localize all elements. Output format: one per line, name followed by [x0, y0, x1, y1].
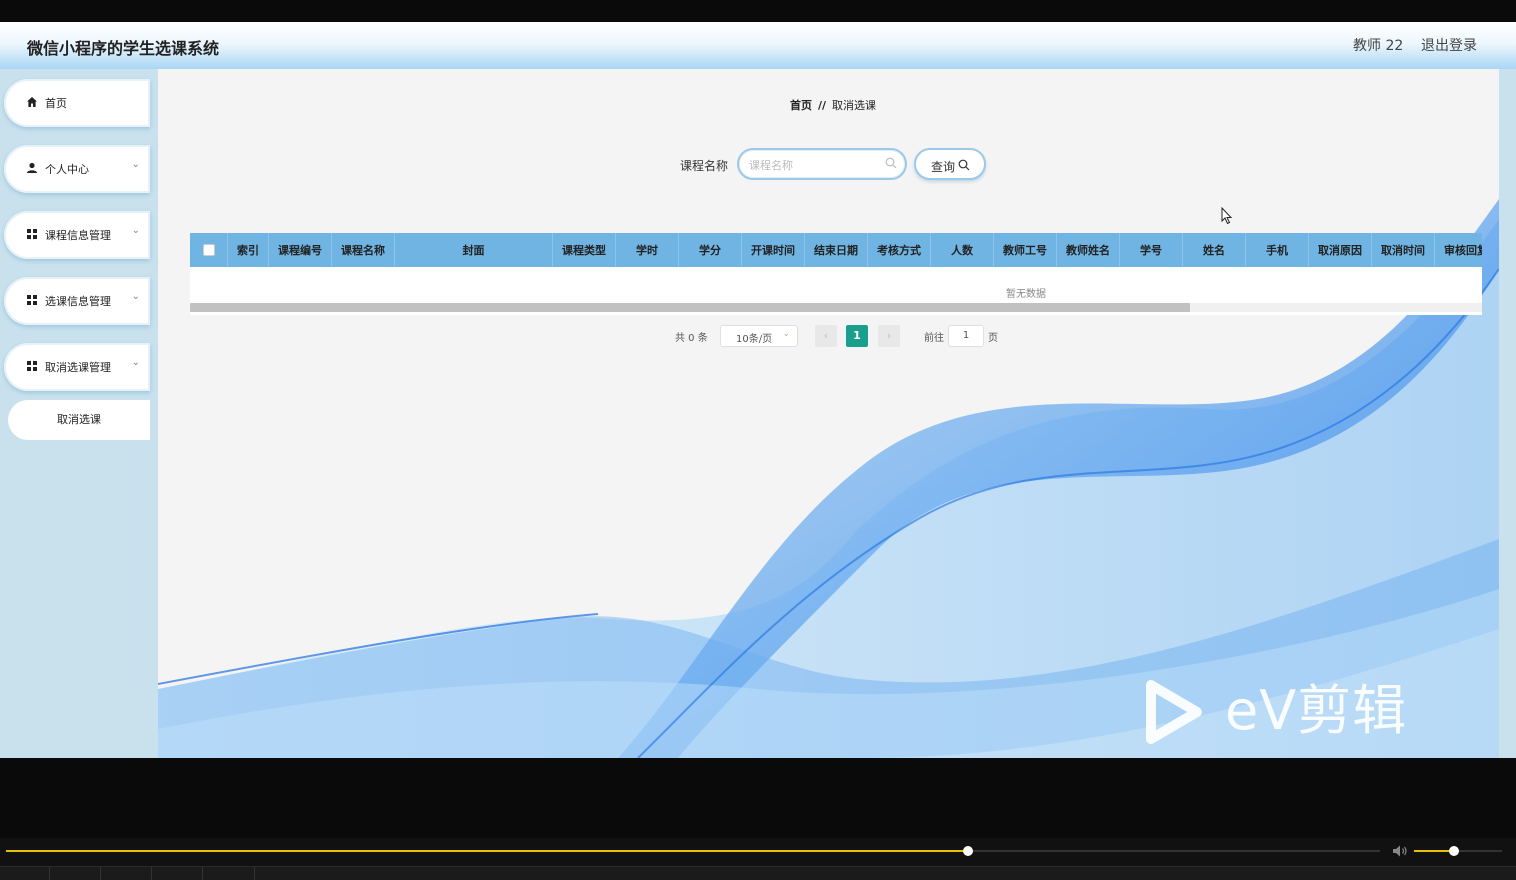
- volume-fill: [1414, 850, 1454, 852]
- logout-link[interactable]: 退出登录: [1421, 35, 1477, 55]
- grid-icon: [27, 229, 37, 239]
- page-suffix: 页: [988, 333, 998, 344]
- goto-page-input[interactable]: 1: [948, 325, 984, 347]
- search-icon: [958, 159, 970, 171]
- next-page-button[interactable]: ›: [878, 325, 900, 347]
- empty-table-text: 暂无数据: [1006, 289, 1046, 300]
- page-size-select[interactable]: 10条/页 ⌄: [720, 325, 798, 347]
- current-user: 教师 22: [1353, 38, 1404, 54]
- column-header[interactable]: 取消时间: [1372, 233, 1435, 267]
- page-size-value: 10条/页: [736, 334, 773, 345]
- goto-label: 前往: [924, 333, 944, 344]
- breadcrumb-home[interactable]: 首页: [790, 99, 812, 112]
- column-header[interactable]: 手机: [1246, 233, 1309, 267]
- column-header[interactable]: 学时: [616, 233, 679, 267]
- strip-segment: [101, 867, 152, 880]
- sidebar-item-label: 首页: [45, 97, 67, 110]
- watermark-text: eV剪辑: [1225, 679, 1408, 742]
- sidebar-item-profile[interactable]: 个人中心 ⌄: [4, 145, 150, 193]
- grid-icon: [27, 295, 37, 305]
- sidebar-subitem-cancel-selection[interactable]: 取消选课: [8, 400, 150, 440]
- volume-icon[interactable]: [1392, 844, 1408, 858]
- progress-knob[interactable]: [962, 846, 973, 856]
- horizontal-scrollbar[interactable]: [190, 303, 1482, 312]
- breadcrumb-current: 取消选课: [832, 99, 877, 112]
- chevron-down-icon: ⌄: [782, 329, 790, 339]
- chevron-down-icon: ⌄: [131, 357, 140, 368]
- right-edge: [1499, 69, 1516, 758]
- sidebar-item-home[interactable]: 首页: [4, 79, 150, 127]
- sidebar: 首页 个人中心 ⌄ 课程信息管理 ⌄ 选课信息管理 ⌄ 取消选课管理 ⌄ 取消选…: [0, 69, 158, 758]
- search-label: 课程名称: [680, 159, 729, 173]
- sidebar-item-label: 个人中心: [45, 163, 89, 176]
- search-icon: [885, 157, 897, 169]
- strip-segment: [152, 867, 203, 880]
- column-header[interactable]: 学号: [1120, 233, 1183, 267]
- sidebar-item-cancel-management[interactable]: 取消选课管理 ⌄: [4, 343, 150, 391]
- progress-slider[interactable]: [6, 846, 1380, 856]
- top-header: 微信小程序的学生选课系统 教师 22 退出登录: [0, 22, 1516, 69]
- home-icon: [27, 97, 37, 107]
- query-button-label: 查询: [931, 160, 956, 174]
- column-header[interactable]: 课程类型: [553, 233, 616, 267]
- column-header[interactable]: 开课时间: [742, 233, 805, 267]
- volume-slider[interactable]: [1414, 846, 1502, 856]
- sidebar-item-label: 选课信息管理: [45, 295, 111, 308]
- query-button[interactable]: 查询: [914, 148, 986, 180]
- column-header[interactable]: 索引: [228, 233, 269, 267]
- chevron-down-icon: ⌄: [131, 291, 140, 302]
- chevron-down-icon: ⌄: [131, 225, 140, 236]
- column-header[interactable]: 学分: [679, 233, 742, 267]
- strip-segment: [0, 867, 50, 880]
- table-header: 索引 课程编号 课程名称 封面 课程类型 学时 学分 开课时间 结束日期 考核方…: [190, 233, 1482, 267]
- column-header[interactable]: 取消原因: [1309, 233, 1372, 267]
- main-content: 首页 // 取消选课 课程名称 查询 索引 课程编号 课程名称 封面 课程类型 学时…: [158, 69, 1499, 758]
- chevron-right-icon: ›: [886, 329, 892, 342]
- column-header[interactable]: 结束日期: [805, 233, 868, 267]
- strip-segment: [203, 867, 255, 880]
- column-header[interactable]: 封面: [395, 233, 553, 267]
- select-all-checkbox[interactable]: [202, 244, 215, 256]
- breadcrumb-separator: //: [818, 99, 827, 112]
- column-header[interactable]: 教师姓名: [1057, 233, 1120, 267]
- user-icon: [27, 162, 37, 173]
- ev-watermark: eV剪辑: [1143, 677, 1443, 747]
- play-logo-icon: [1146, 680, 1202, 744]
- app-title: 微信小程序的学生选课系统: [27, 39, 220, 58]
- volume-knob[interactable]: [1448, 846, 1459, 856]
- search-input[interactable]: [749, 156, 879, 174]
- data-table: 索引 课程编号 课程名称 封面 课程类型 学时 学分 开课时间 结束日期 考核方…: [190, 233, 1482, 315]
- sidebar-item-label: 课程信息管理: [45, 229, 111, 242]
- sidebar-item-selection-info[interactable]: 选课信息管理 ⌄: [4, 277, 150, 325]
- mouse-cursor-icon: [1221, 207, 1233, 225]
- video-frame: 微信小程序的学生选课系统 教师 22 退出登录 首页 个人中心 ⌄ 课程信息管理…: [0, 0, 1516, 880]
- column-header[interactable]: 人数: [931, 233, 994, 267]
- column-header[interactable]: 课程名称: [332, 233, 395, 267]
- column-header[interactable]: 教师工号: [994, 233, 1057, 267]
- page-number-button[interactable]: 1: [846, 325, 868, 347]
- column-header[interactable]: 姓名: [1183, 233, 1246, 267]
- column-header[interactable]: 课程编号: [269, 233, 332, 267]
- select-all-checkbox-cell[interactable]: [190, 233, 228, 267]
- column-header[interactable]: 审核回复: [1435, 233, 1482, 267]
- scrollbar-thumb[interactable]: [190, 303, 1190, 312]
- chevron-left-icon: ‹: [823, 329, 829, 342]
- search-field[interactable]: [737, 148, 907, 180]
- prev-page-button[interactable]: ‹: [815, 325, 837, 347]
- column-header[interactable]: 考核方式: [868, 233, 931, 267]
- sidebar-item-label: 取消选课管理: [45, 361, 111, 374]
- chevron-down-icon: ⌄: [131, 159, 140, 170]
- bottom-strip: [0, 866, 1516, 880]
- breadcrumb: 首页 // 取消选课: [790, 97, 876, 113]
- strip-segment: [50, 867, 101, 880]
- pagination-total: 共 0 条: [675, 333, 708, 344]
- sidebar-item-course-info[interactable]: 课程信息管理 ⌄: [4, 211, 150, 259]
- progress-fill: [6, 850, 968, 852]
- grid-icon: [27, 361, 37, 371]
